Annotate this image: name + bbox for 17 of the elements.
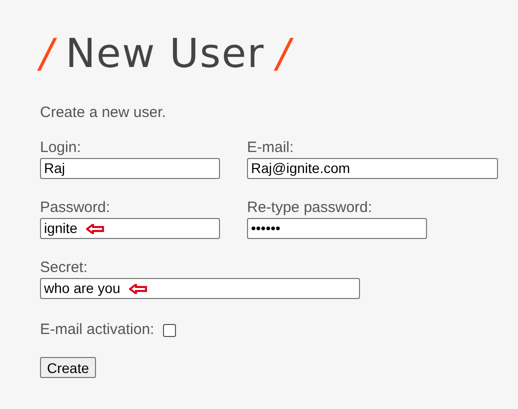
arrow-icon xyxy=(86,224,104,234)
input-field[interactable]: •••••• xyxy=(247,218,427,239)
arrow-icon xyxy=(129,284,148,294)
input-field[interactable]: ignite xyxy=(40,218,220,239)
field-label: Login: xyxy=(40,139,81,157)
field-label: Secret: xyxy=(40,259,88,277)
checkbox[interactable] xyxy=(163,324,176,336)
input-field[interactable]: who are you xyxy=(40,278,360,299)
field-label: E-mail: xyxy=(247,139,294,157)
input-field[interactable]: Raj xyxy=(40,158,220,179)
field-label: Password: xyxy=(40,199,110,217)
intro-text: Create a new user. xyxy=(40,104,167,122)
field-label: E-mail activation: xyxy=(40,321,154,339)
input-field[interactable]: Raj@ignite.com xyxy=(247,158,498,179)
field-label: Re-type password: xyxy=(247,199,372,217)
create-button[interactable]: Create xyxy=(40,357,96,378)
page-title: New User xyxy=(65,34,265,74)
